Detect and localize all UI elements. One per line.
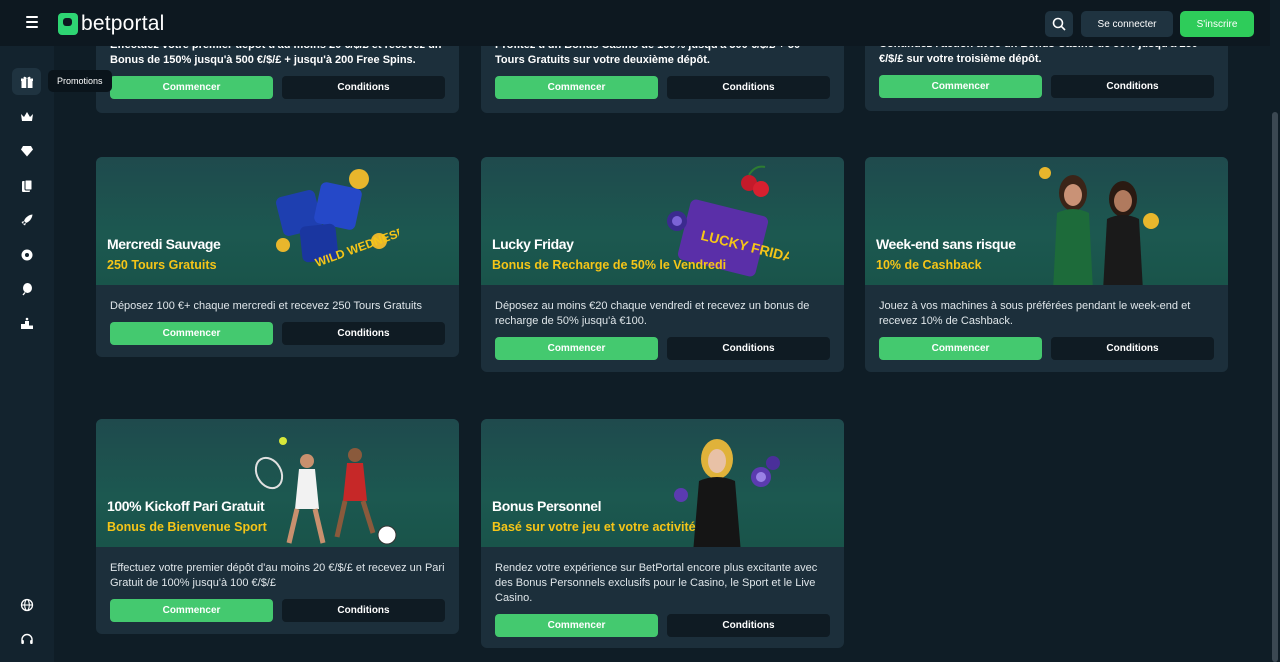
- card-banner: 100% Kickoff Pari Gratuit Bonus de Bienv…: [96, 419, 459, 547]
- card-subtitle: Bonus de Bienvenue Sport: [107, 520, 267, 534]
- search-button[interactable]: [1045, 11, 1073, 37]
- dice-icon: [21, 249, 32, 260]
- promotions-tooltip: Promotions: [48, 70, 112, 92]
- card-title: Mercredi Sauvage: [107, 236, 221, 252]
- card-banner: Bonus Personnel Basé sur votre jeu et vo…: [481, 419, 844, 547]
- globe-icon: [20, 598, 33, 611]
- card-subtitle: 10% de Cashback: [876, 258, 982, 272]
- weekend-art: [1039, 167, 1159, 285]
- signup-button[interactable]: S'inscrire: [1180, 11, 1254, 37]
- conditions-button[interactable]: Conditions: [667, 76, 830, 99]
- balloon-icon: [21, 282, 32, 295]
- sidebar-item-crash-games[interactable]: [12, 206, 41, 233]
- start-button[interactable]: Commencer: [495, 614, 658, 637]
- sidebar-item-support[interactable]: [12, 626, 41, 653]
- cards-icon: [21, 179, 32, 192]
- card-banner: WILD WEDNESDAY Mercredi Sauvage 250 Tour…: [96, 157, 459, 285]
- logo-mark-icon: [58, 13, 78, 35]
- rocket-icon: [21, 214, 32, 225]
- promo-card-kickoff: 100% Kickoff Pari Gratuit Bonus de Bienv…: [96, 419, 459, 634]
- start-button[interactable]: Commencer: [110, 322, 273, 345]
- conditions-button[interactable]: Conditions: [282, 599, 445, 622]
- promo-card-lucky-friday: LUCKY FRIDAY Lucky Friday Bonus de Recha…: [481, 157, 844, 372]
- start-button[interactable]: Commencer: [879, 337, 1042, 360]
- kickoff-art: [254, 437, 397, 545]
- sidebar-item-promotions[interactable]: [12, 68, 41, 95]
- crown-icon: [20, 111, 33, 121]
- start-button[interactable]: Commencer: [110, 76, 273, 99]
- card-banner: LUCKY FRIDAY Lucky Friday Bonus de Recha…: [481, 157, 844, 285]
- start-button[interactable]: Commencer: [495, 76, 658, 99]
- card-subtitle: Basé sur votre jeu et votre activité: [492, 520, 696, 534]
- card-description: Rendez votre expérience sur BetPortal en…: [495, 562, 818, 604]
- promo-card-personal-bonus: Bonus Personnel Basé sur votre jeu et vo…: [481, 419, 844, 648]
- card-title: 100% Kickoff Pari Gratuit: [107, 498, 265, 514]
- card-description: Déposez au moins €20 chaque vendredi et …: [495, 300, 810, 327]
- start-button[interactable]: Commencer: [110, 599, 273, 622]
- wild-wednesday-art: WILD WEDNESDAY: [276, 169, 399, 270]
- card-subtitle: Bonus de Recharge de 50% le Vendredi: [492, 258, 727, 272]
- conditions-button[interactable]: Conditions: [1051, 75, 1214, 98]
- card-description: Effectuez votre premier dépôt d'au moins…: [110, 562, 445, 589]
- conditions-button[interactable]: Conditions: [282, 322, 445, 345]
- card-subtitle: 250 Tours Gratuits: [107, 258, 217, 272]
- search-icon: [1052, 17, 1066, 31]
- conditions-button[interactable]: Conditions: [282, 76, 445, 99]
- gift-icon: [20, 76, 33, 88]
- sidebar: [0, 46, 54, 662]
- sidebar-item-language[interactable]: [12, 591, 41, 618]
- gem-icon: [20, 145, 33, 156]
- top-bar: betportal Se connecter S'inscrire: [0, 0, 1270, 46]
- sidebar-item-jackpots[interactable]: [12, 137, 41, 164]
- sidebar-item-tournaments[interactable]: [12, 310, 41, 337]
- menu-icon[interactable]: [22, 13, 42, 33]
- promo-card-weekend: Week-end sans risque 10% de Cashback Jou…: [865, 157, 1228, 372]
- start-button[interactable]: Commencer: [879, 75, 1042, 98]
- conditions-button[interactable]: Conditions: [667, 337, 830, 360]
- scrollbar-thumb[interactable]: [1272, 112, 1278, 662]
- page-scrollbar[interactable]: [1270, 0, 1280, 662]
- conditions-button[interactable]: Conditions: [667, 614, 830, 637]
- logo-text: betportal: [81, 12, 165, 35]
- sidebar-item-live[interactable]: [12, 275, 41, 302]
- card-description: Jouez à vos machines à sous préférées pe…: [879, 300, 1191, 327]
- login-button[interactable]: Se connecter: [1081, 11, 1173, 37]
- promo-card-wild-wednesday: WILD WEDNESDAY Mercredi Sauvage 250 Tour…: [96, 157, 459, 357]
- headset-icon: [20, 633, 33, 644]
- card-title: Lucky Friday: [492, 236, 574, 252]
- podium-icon: [20, 317, 33, 329]
- start-button[interactable]: Commencer: [495, 337, 658, 360]
- sidebar-item-table-games[interactable]: [12, 172, 41, 199]
- sidebar-item-roulette[interactable]: [12, 241, 41, 268]
- card-title: Week-end sans risque: [876, 236, 1016, 252]
- card-description: Déposez 100 €+ chaque mercredi et receve…: [110, 300, 422, 312]
- card-banner: Week-end sans risque 10% de Cashback: [865, 157, 1228, 285]
- conditions-button[interactable]: Conditions: [1051, 337, 1214, 360]
- logo[interactable]: betportal: [58, 12, 165, 36]
- sidebar-item-vip[interactable]: [12, 103, 41, 130]
- card-title: Bonus Personnel: [492, 498, 602, 514]
